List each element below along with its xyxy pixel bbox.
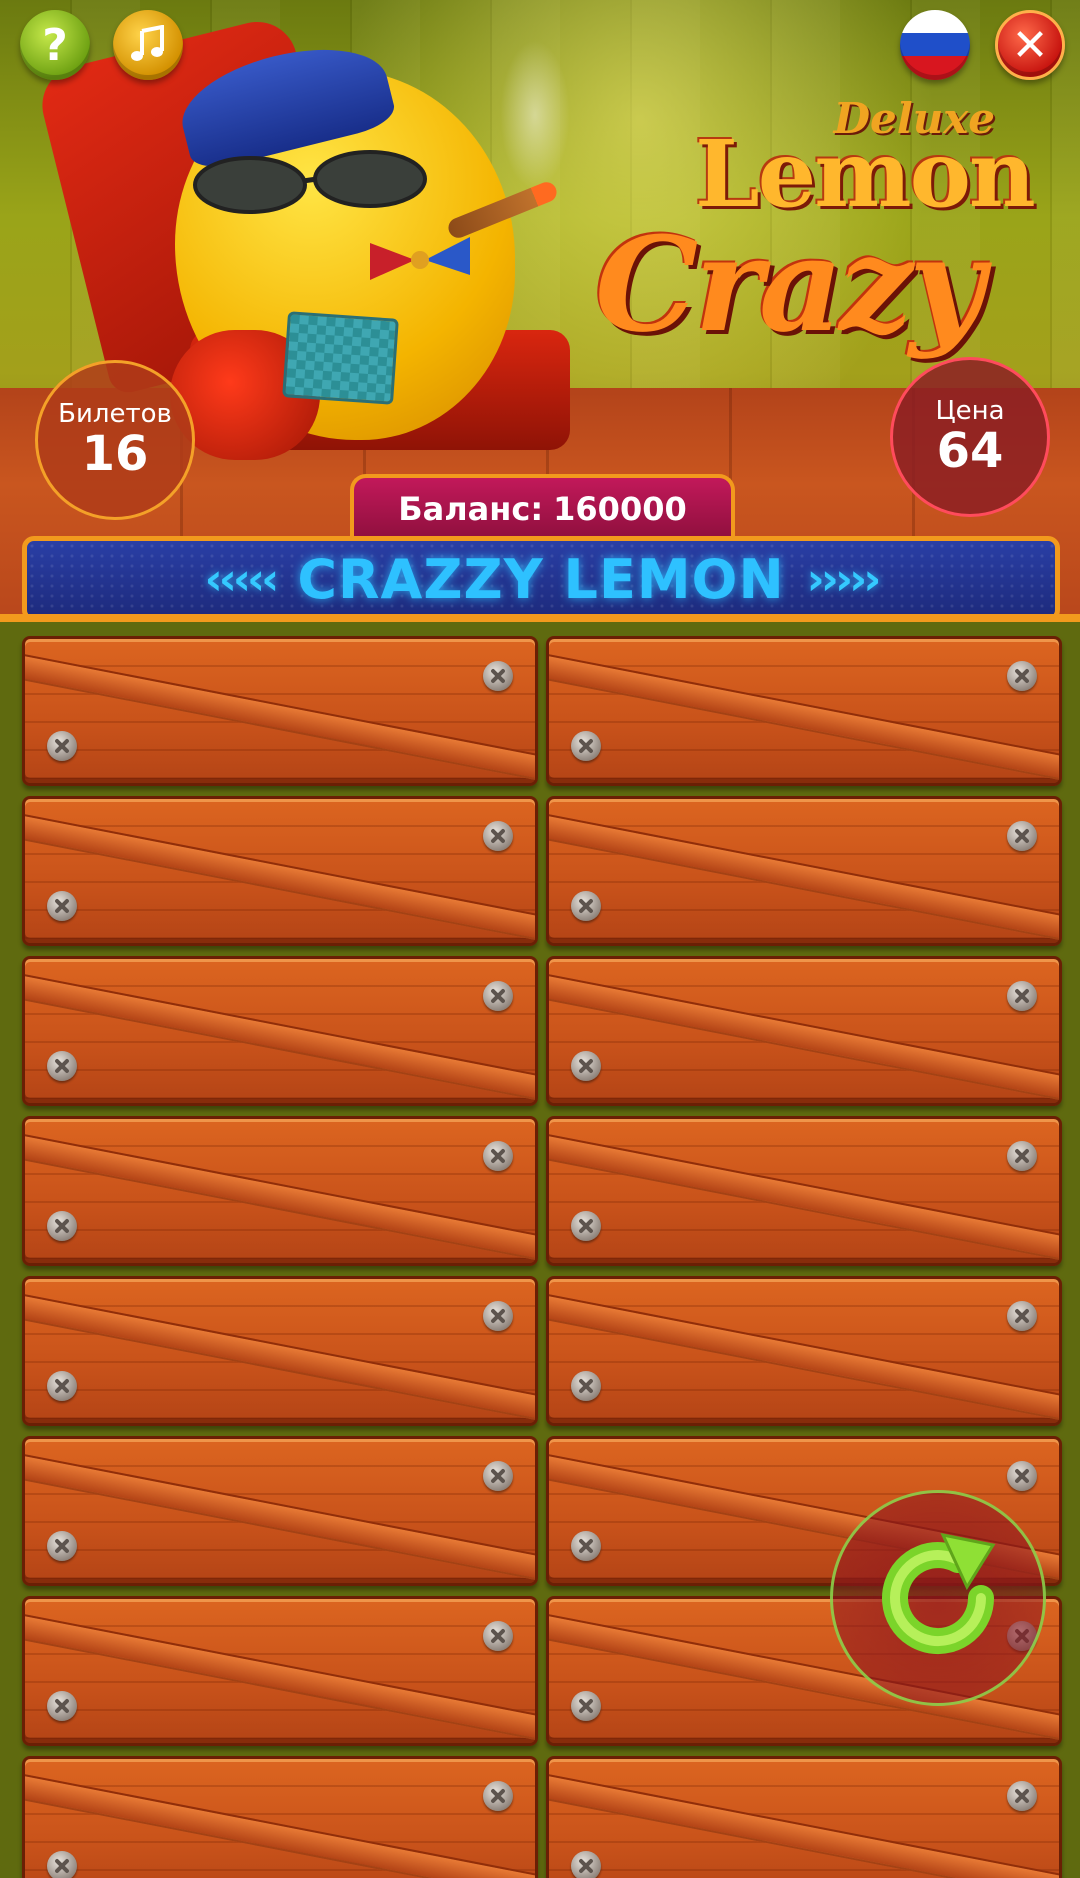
plank-brace [25, 1451, 535, 1583]
screw-icon [483, 1621, 513, 1651]
ticket-plank[interactable] [22, 1116, 538, 1266]
screw-icon [1007, 1461, 1037, 1491]
plank-brace [25, 1131, 535, 1263]
screw-icon [483, 1141, 513, 1171]
marquee-text: CRAZZY LEMON [297, 547, 785, 611]
screw-icon [1007, 1781, 1037, 1811]
sunglasses [193, 150, 427, 214]
ticket-plank[interactable] [22, 1756, 538, 1878]
ticket-tablet [282, 311, 399, 405]
screw-icon [483, 1301, 513, 1331]
screw-icon [571, 731, 601, 761]
ticket-plank[interactable] [22, 636, 538, 786]
plank-brace [549, 651, 1059, 783]
ticket-plank[interactable] [546, 956, 1062, 1106]
left-arrows: ‹‹‹‹‹ [204, 553, 280, 605]
screw-icon [571, 1051, 601, 1081]
header-divider [0, 614, 1080, 622]
help-button[interactable]: ? [20, 10, 90, 80]
close-icon: ✕ [1011, 19, 1049, 71]
screw-icon [1007, 661, 1037, 691]
screw-icon [47, 891, 77, 921]
screw-icon [47, 1531, 77, 1561]
balance-display: Баланс: 160000 [350, 474, 735, 540]
screw-icon [47, 731, 77, 761]
screw-icon [571, 1691, 601, 1721]
ticket-plank[interactable] [546, 1116, 1062, 1266]
screw-icon [571, 1531, 601, 1561]
plank-brace [25, 1611, 535, 1743]
ticket-plank[interactable] [22, 796, 538, 946]
plank-brace [25, 1771, 535, 1878]
screw-icon [1007, 821, 1037, 851]
tickets-counter: Билетов 16 [35, 360, 195, 520]
ticket-plank[interactable] [22, 1436, 538, 1586]
tickets-value: 16 [81, 426, 149, 482]
balance-value: 160000 [553, 490, 687, 528]
screw-icon [47, 1371, 77, 1401]
plank-brace [25, 1291, 535, 1423]
ticket-plank[interactable] [22, 1596, 538, 1746]
smoke [500, 40, 570, 190]
screw-icon [47, 1211, 77, 1241]
screw-icon [483, 821, 513, 851]
plank-brace [25, 971, 535, 1103]
bowtie [370, 237, 470, 280]
price-counter: Цена 64 [890, 357, 1050, 517]
screw-icon [47, 1051, 77, 1081]
plank-brace [549, 971, 1059, 1103]
plank-brace [25, 811, 535, 943]
game-screen: Deluxe Lemon Crazy ? ✕ Билетов 16 Цена 6… [0, 0, 1080, 1878]
plank-brace [549, 811, 1059, 943]
language-button[interactable] [900, 10, 970, 80]
plank-brace [549, 1131, 1059, 1263]
music-button[interactable] [113, 10, 183, 80]
tickets-label: Билетов [58, 399, 172, 429]
ticket-plank[interactable] [22, 1276, 538, 1426]
plank-brace [25, 651, 535, 783]
plank-brace [549, 1771, 1059, 1878]
screw-icon [1007, 1141, 1037, 1171]
screw-icon [571, 1211, 601, 1241]
marquee-banner: ‹‹‹‹‹ CRAZZY LEMON ››››› [22, 536, 1060, 622]
ticket-plank[interactable] [22, 956, 538, 1106]
ticket-plank[interactable] [546, 1276, 1062, 1426]
screw-icon [571, 891, 601, 921]
help-icon: ? [42, 19, 68, 71]
right-arrows: ››››› [806, 553, 882, 605]
screw-icon [571, 1371, 601, 1401]
screw-icon [47, 1851, 77, 1878]
ticket-plank[interactable] [546, 796, 1062, 946]
refresh-button[interactable] [830, 1490, 1046, 1706]
balance-label: Баланс: [398, 490, 544, 528]
screw-icon [483, 981, 513, 1011]
screw-icon [483, 1781, 513, 1811]
ticket-plank[interactable] [546, 1756, 1062, 1878]
plank-brace [549, 1291, 1059, 1423]
price-label: Цена [935, 396, 1005, 426]
game-logo: Deluxe Lemon Crazy [585, 80, 1036, 361]
screw-icon [483, 1461, 513, 1491]
screw-icon [1007, 1301, 1037, 1331]
music-note-icon [131, 25, 164, 61]
screw-icon [483, 661, 513, 691]
screw-icon [571, 1851, 601, 1878]
screw-icon [1007, 981, 1037, 1011]
refresh-icon [882, 1532, 996, 1655]
price-value: 64 [936, 423, 1004, 479]
logo-crazy: Crazy [595, 208, 985, 361]
screw-icon [47, 1691, 77, 1721]
close-button[interactable]: ✕ [995, 10, 1065, 80]
ticket-plank[interactable] [546, 636, 1062, 786]
